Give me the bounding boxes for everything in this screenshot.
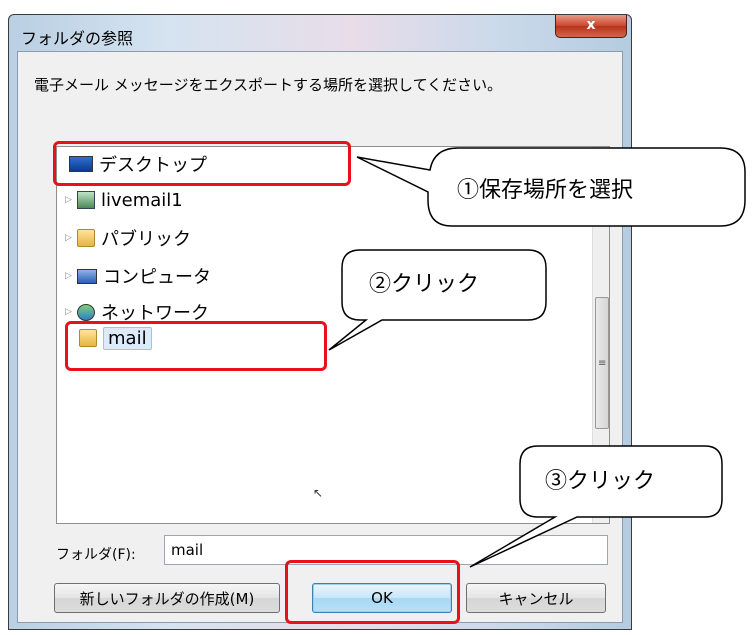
callout-bubble-2 [328, 249, 547, 351]
callout-step2-text: ②クリック [369, 272, 480, 297]
callout-step3-text: ③クリック [545, 469, 656, 494]
callout-step1-text: ①保存場所を選択 [457, 178, 634, 203]
callout-shapes [328, 147, 746, 568]
